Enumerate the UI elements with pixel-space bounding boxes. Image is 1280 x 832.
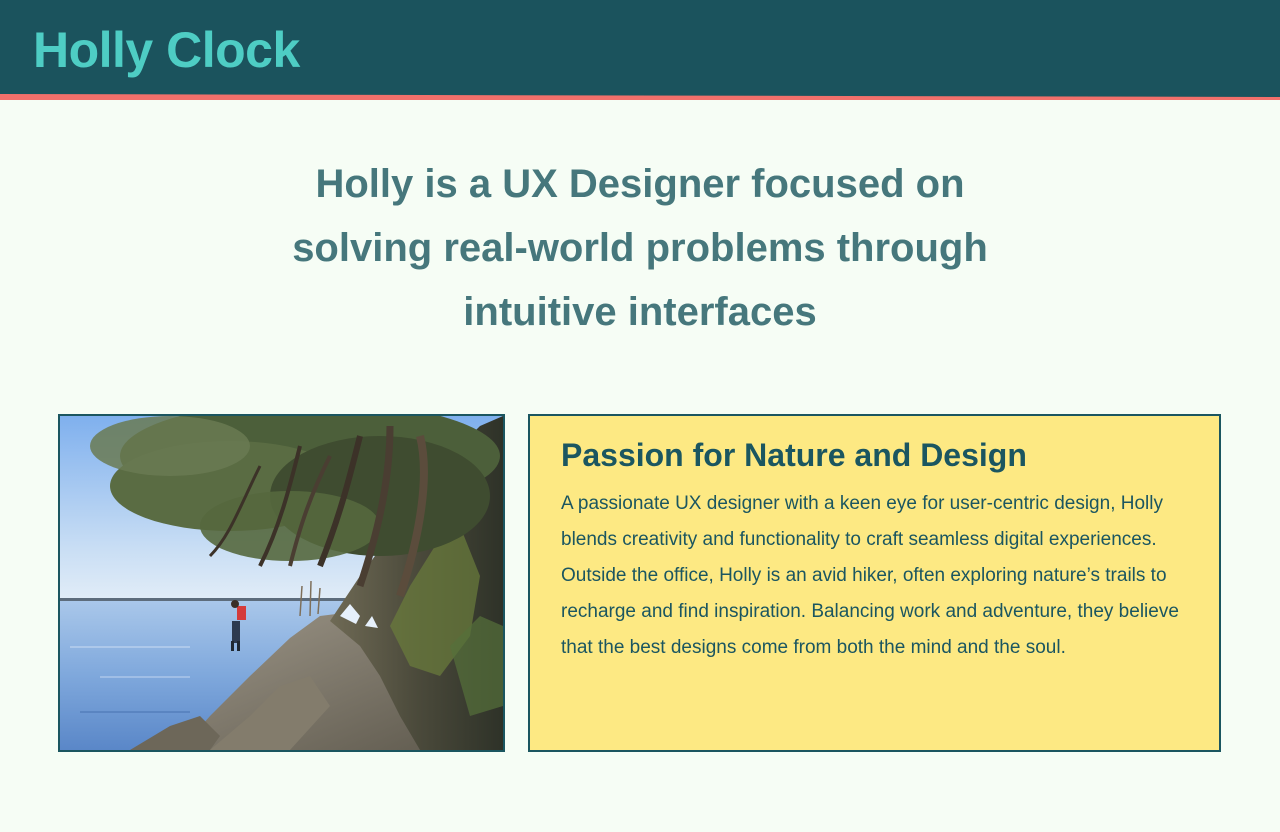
- lakeshore-photo-illustration: [60, 416, 503, 750]
- hero-headline: Holly is a UX Designer focused on solvin…: [240, 152, 1040, 344]
- site-brand-title[interactable]: Holly Clock: [33, 18, 300, 82]
- about-body: A passionate UX designer with a keen eye…: [561, 493, 1179, 658]
- hero-headline-line-2: solving real-world problems through: [292, 226, 988, 270]
- site-header: Holly Clock: [0, 0, 1280, 100]
- hiking-photo: [58, 414, 505, 752]
- about-heading: Passion for Nature and Design: [561, 437, 1027, 473]
- about-card: Passion for Nature and Design A passiona…: [528, 414, 1221, 752]
- hero-headline-line-1: Holly is a UX Designer focused on: [315, 162, 965, 206]
- hero-section: Holly is a UX Designer focused on solvin…: [240, 152, 1040, 344]
- hero-headline-line-3: intuitive interfaces: [463, 290, 817, 334]
